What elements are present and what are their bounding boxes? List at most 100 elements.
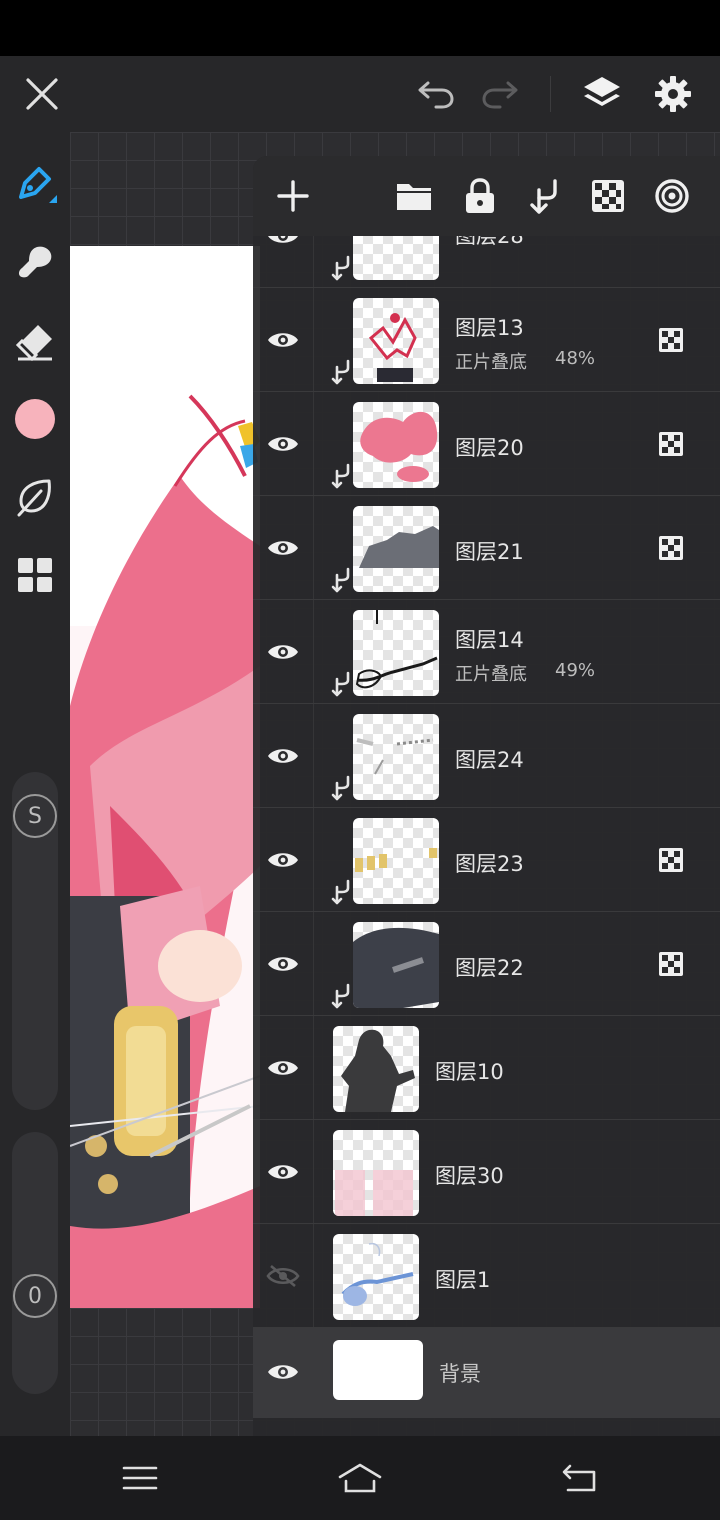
- visibility-toggle[interactable]: [261, 1150, 305, 1194]
- alpha-lock-indicator-icon: [659, 432, 683, 456]
- layer-name: 图层13: [455, 316, 524, 340]
- thumbnail-art: [353, 927, 439, 1008]
- column-separator: [313, 1120, 314, 1223]
- column-separator: [313, 600, 314, 703]
- drawing-app: S 0 图层28 图层13 正片叠底 48% 图层20 图层21 图层14 正片…: [0, 56, 720, 1436]
- eraser-tool-button[interactable]: [10, 316, 60, 366]
- eye-icon: [268, 853, 298, 867]
- layer-row[interactable]: 图层22: [253, 912, 720, 1016]
- alpha-lock-indicator-icon: [659, 848, 683, 872]
- eye-hidden-icon: [266, 1265, 300, 1287]
- layer-name: 图层23: [455, 852, 524, 876]
- brush-size-badge: S: [13, 794, 57, 838]
- undo-button[interactable]: [410, 68, 462, 120]
- layer-row[interactable]: 图层1: [253, 1224, 720, 1328]
- smudge-tool-icon: [18, 246, 52, 278]
- layers-icon: [584, 77, 620, 106]
- column-separator: [313, 288, 314, 391]
- brush-opacity-slider[interactable]: [12, 1132, 58, 1394]
- column-separator: [313, 392, 314, 495]
- layer-name: 图层1: [435, 1268, 491, 1292]
- layer-name: 图层14: [455, 628, 524, 652]
- thumbnail-art: [341, 1242, 414, 1306]
- visibility-toggle[interactable]: [261, 734, 305, 778]
- pen-tool-button[interactable]: [10, 160, 60, 210]
- layer-row[interactable]: 图层21: [253, 496, 720, 600]
- back-button[interactable]: [550, 1454, 610, 1502]
- column-separator: [313, 1224, 314, 1327]
- thumbnail-art: [360, 411, 438, 482]
- top-toolbar: [0, 56, 720, 132]
- visibility-toggle[interactable]: [261, 942, 305, 986]
- eye-icon: [268, 749, 298, 763]
- layer-effect-button[interactable]: [648, 172, 696, 220]
- clip-arrow-icon: [331, 775, 350, 801]
- layer-row[interactable]: 图层14 正片叠底 49%: [253, 600, 720, 704]
- redo-icon: [482, 81, 518, 109]
- home-button[interactable]: [330, 1454, 390, 1502]
- eye-icon: [268, 541, 298, 555]
- layers-button[interactable]: [576, 68, 628, 120]
- eye-icon: [268, 1061, 298, 1075]
- clip-arrow-icon: [331, 567, 350, 593]
- layer-row[interactable]: 图层20: [253, 392, 720, 496]
- thumbnail-art: [355, 848, 437, 872]
- visibility-toggle[interactable]: [261, 1254, 305, 1298]
- visibility-toggle[interactable]: [261, 526, 305, 570]
- layer-thumbnail: [353, 922, 439, 1008]
- toolbar-divider: [550, 76, 551, 112]
- background-thumbnail: [333, 1340, 423, 1400]
- thumbnail-art: [368, 313, 417, 382]
- layer-thumbnail: [353, 402, 439, 488]
- color-swatch[interactable]: [10, 394, 60, 444]
- clip-layer-button[interactable]: [521, 172, 569, 220]
- layer-name: 图层21: [455, 540, 524, 564]
- clip-arrow-icon: [331, 255, 350, 281]
- grid-menu-button[interactable]: [10, 550, 60, 600]
- clip-arrow-icon: [331, 671, 350, 697]
- add-layer-button[interactable]: [269, 172, 317, 220]
- column-separator: [313, 704, 314, 807]
- visibility-toggle[interactable]: [261, 422, 305, 466]
- visibility-toggle[interactable]: [261, 1350, 305, 1394]
- eye-icon: [268, 957, 298, 971]
- layer-opacity: 49%: [555, 660, 596, 681]
- visibility-toggle[interactable]: [261, 1046, 305, 1090]
- visibility-toggle[interactable]: [261, 630, 305, 674]
- thumbnail-art: [359, 526, 439, 568]
- brush-library-button[interactable]: [10, 472, 60, 522]
- back-icon: [562, 1464, 596, 1492]
- layer-thumbnail: [353, 818, 439, 904]
- menu-button[interactable]: [110, 1454, 170, 1502]
- gear-icon: [655, 76, 691, 112]
- alpha-lock-icon: [592, 180, 624, 212]
- visibility-toggle[interactable]: [261, 838, 305, 882]
- smudge-tool-button[interactable]: [10, 238, 60, 288]
- close-button[interactable]: [16, 68, 68, 120]
- layer-row[interactable]: 图层10: [253, 1016, 720, 1120]
- lock-icon: [466, 178, 494, 213]
- redo-button[interactable]: [474, 68, 526, 120]
- layer-name: 图层30: [435, 1164, 504, 1188]
- menu-icon: [122, 1466, 158, 1490]
- eye-icon: [268, 437, 298, 451]
- thumbnail-art: [356, 738, 434, 775]
- thumbnail-art: [341, 1029, 415, 1112]
- settings-button[interactable]: [647, 68, 699, 120]
- layer-row[interactable]: 图层30: [253, 1120, 720, 1224]
- layer-row[interactable]: 图层23: [253, 808, 720, 912]
- visibility-toggle[interactable]: [261, 318, 305, 362]
- layer-row[interactable]: 图层24: [253, 704, 720, 808]
- clip-arrow-icon: [331, 359, 350, 385]
- layer-blend-mode: 正片叠底: [455, 664, 527, 685]
- clip-arrow-icon: [331, 463, 350, 489]
- alpha-lock-button[interactable]: [584, 172, 632, 220]
- lock-layer-button[interactable]: [456, 172, 504, 220]
- column-separator: [313, 1016, 314, 1119]
- artwork-canvas[interactable]: [70, 246, 260, 1308]
- layer-row[interactable]: 图层13 正片叠底 48%: [253, 288, 720, 392]
- background-layer-row[interactable]: 背景: [253, 1328, 720, 1418]
- folder-button[interactable]: [390, 172, 438, 220]
- system-nav-bar: [0, 1436, 720, 1520]
- undo-icon: [418, 81, 454, 109]
